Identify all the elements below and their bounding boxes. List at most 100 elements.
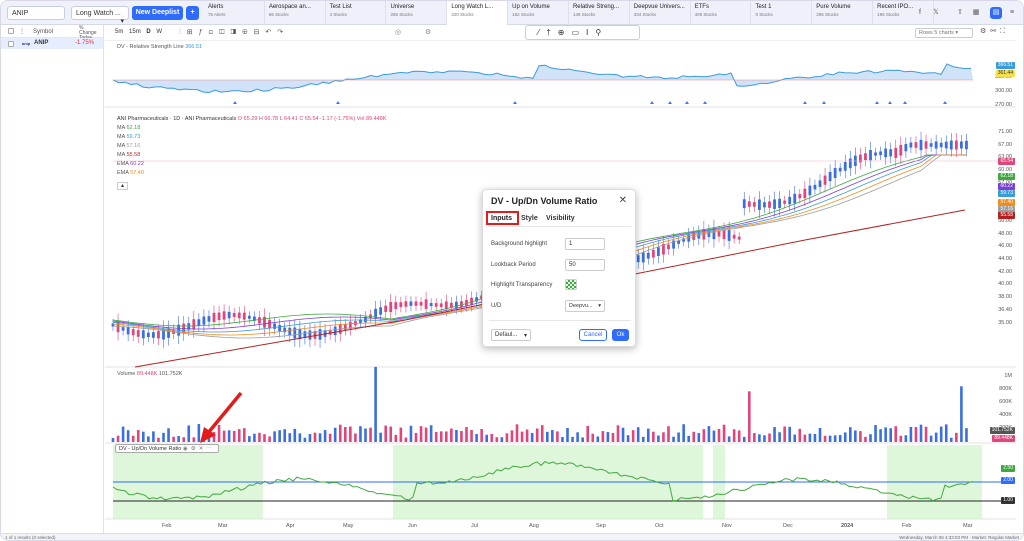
volume-bar: [631, 430, 635, 442]
volume-bar: [455, 429, 458, 442]
volume-bar: [293, 428, 297, 442]
tab-style[interactable]: Style: [521, 215, 538, 222]
background-highlight-input[interactable]: 1: [565, 238, 605, 250]
watchlist-select-value: Long Watch ...: [76, 10, 121, 17]
candle-body: [197, 319, 201, 326]
volume-bar: [636, 427, 640, 442]
candle-body: [949, 140, 953, 150]
defaults-select[interactable]: Defaul... ▾: [491, 329, 531, 341]
watchlist-row[interactable]: anip ANIP -1.75%: [1, 38, 103, 49]
candle-body: [192, 319, 196, 330]
volume-bar: [364, 428, 367, 442]
facebook-icon[interactable]: f: [914, 7, 926, 19]
volume-bar: [147, 436, 150, 442]
list-tab-count: 66 Stocks: [268, 12, 289, 17]
close-icon[interactable]: ✕: [619, 195, 627, 206]
collapse-legend-button[interactable]: ▴: [117, 182, 128, 190]
list-tab[interactable]: Relative Streng... 146 Stocks: [569, 1, 630, 25]
watchlist-panel: ⋮ Symbol % Change Today anip ANIP -1.75%: [1, 25, 104, 533]
background-highlight-label: Background highlight: [491, 241, 548, 247]
volume-bar: [581, 437, 584, 442]
select-all-checkbox[interactable]: [8, 28, 14, 34]
symbol-search-input[interactable]: ANIP: [7, 6, 65, 20]
candle-body: [899, 144, 903, 156]
list-tab[interactable]: Test List 4 Stocks: [326, 1, 387, 25]
list-tab[interactable]: Long Watch L... 220 Stocks: [447, 1, 509, 25]
ud-select[interactable]: Deepvu... ▾: [565, 300, 605, 312]
ud-label: U/D: [491, 303, 502, 309]
candle-body: [924, 141, 928, 149]
rs-marker: [513, 101, 517, 104]
row-checkbox[interactable]: [8, 41, 14, 47]
candle-body: [404, 301, 408, 307]
ma-value: 57.40: [130, 170, 144, 176]
candle-body: [889, 149, 893, 157]
volume-bar: [591, 433, 595, 442]
upload-icon[interactable]: ⇧: [954, 7, 966, 19]
list-tab[interactable]: ETFs 409 Stocks: [691, 1, 752, 25]
volume-bar: [116, 435, 120, 442]
volume-bar: [960, 386, 963, 442]
watchlist-select[interactable]: Long Watch ... ▾: [71, 6, 129, 25]
volume-bar: [439, 431, 443, 442]
volume-bar: [626, 435, 630, 442]
transparency-swatch[interactable]: [565, 279, 577, 290]
volume-bar: [268, 436, 271, 442]
candle-body: [455, 301, 458, 308]
volume-bar: [748, 391, 751, 442]
candle-body: [788, 196, 792, 205]
list-tab[interactable]: Up on Volume 162 Stocks: [508, 1, 569, 25]
cancel-button[interactable]: Cancel: [579, 329, 607, 341]
list-tab[interactable]: Deepvue Univers... 334 Stocks: [630, 1, 691, 25]
candle-body: [237, 312, 241, 319]
candle-body: [394, 302, 398, 310]
volume-axis-label: 400K: [999, 412, 1012, 418]
volume-bar: [657, 435, 660, 442]
candle-body: [758, 199, 761, 210]
volume-bar: [894, 426, 898, 442]
candle-body: [232, 312, 236, 318]
ok-button[interactable]: Ok: [612, 329, 629, 341]
candle-body: [843, 161, 847, 171]
volume-bar: [126, 430, 130, 442]
list-tab[interactable]: Pure Volume 295 Stocks: [812, 1, 874, 25]
candle-body: [157, 331, 160, 339]
add-list-button[interactable]: +: [186, 6, 199, 20]
list-tab[interactable]: Alerts 75 Alerts: [204, 1, 265, 25]
volume-bar: [823, 435, 827, 442]
lookback-period-input[interactable]: 50: [565, 259, 605, 271]
candle-body: [944, 141, 948, 149]
list-tab[interactable]: Test 1 0 Stocks: [751, 1, 813, 25]
list-tab[interactable]: Universe 285 Stocks: [386, 1, 448, 25]
volume-bar: [349, 426, 352, 442]
new-deeplist-button[interactable]: New Deeplist: [132, 6, 183, 20]
candle-body: [667, 244, 670, 250]
filter-icon[interactable]: ⋮: [19, 28, 25, 35]
rs-marker: [233, 101, 237, 104]
ma-value: 62.18: [126, 125, 141, 131]
rs-marker: [336, 101, 340, 104]
tab-inputs[interactable]: Inputs: [491, 215, 512, 222]
symbol-search-value: ANIP: [12, 10, 29, 17]
volume-bar: [495, 437, 499, 442]
tab-visibility[interactable]: Visibility: [546, 215, 575, 222]
layout-icon[interactable]: ▤: [990, 7, 1002, 19]
menu-icon[interactable]: ≡: [1006, 7, 1018, 19]
candle-body: [737, 236, 741, 240]
grid-icon[interactable]: ▦: [970, 7, 982, 19]
volume-bar: [384, 425, 387, 442]
column-symbol[interactable]: Symbol: [33, 29, 53, 35]
volume-bar: [783, 426, 786, 442]
x-icon[interactable]: 𝕏: [930, 7, 942, 19]
volume-bar: [914, 427, 918, 442]
candle-body: [864, 153, 867, 161]
ma-legend: MA 62.18 MA 59.73 MA 57.16 MA 55.58 EMA 60.2…: [117, 125, 144, 179]
list-tab[interactable]: Aerospace an... 66 Stocks: [265, 1, 326, 25]
legend-actions-icons[interactable]: ◉⚙✕⋯: [183, 446, 215, 452]
ma-label: EMA: [117, 170, 129, 176]
price-tag: 59.73: [998, 190, 1015, 197]
volume-bar: [672, 436, 675, 442]
volume-bar: [333, 427, 337, 442]
list-tab-count: 0 Stocks: [755, 12, 773, 17]
volume-bar: [667, 426, 670, 442]
